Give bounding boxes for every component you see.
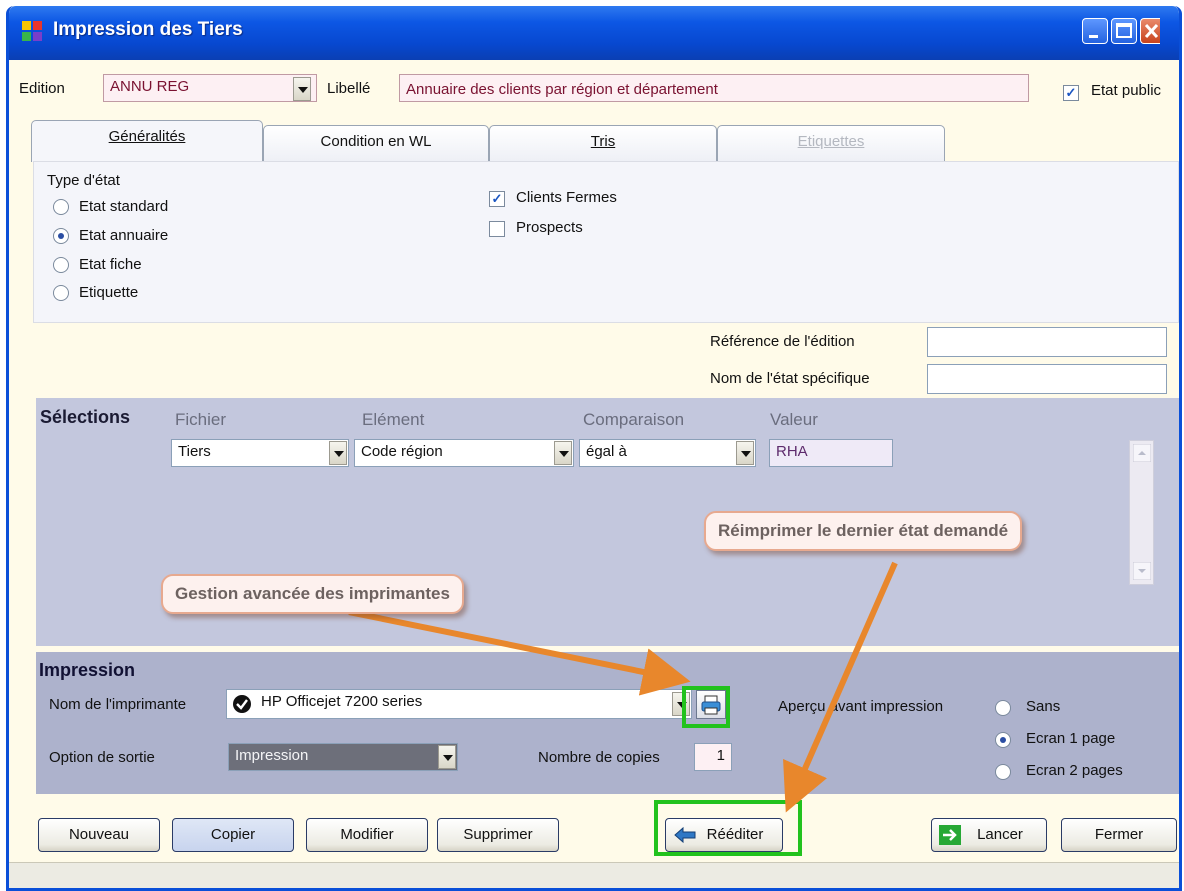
- gestion-text: Gestion avancée des imprimantes: [175, 584, 450, 603]
- reimprimer-callout: Réimprimer le dernier état demandé: [704, 511, 1023, 551]
- gestion-arrow: [348, 609, 691, 696]
- print-window: Impression des Tiers Edition ANNU REG Li…: [6, 6, 1182, 891]
- reimprimer-arrow: [783, 561, 898, 813]
- reimprimer-text: Réimprimer le dernier état demandé: [718, 521, 1009, 540]
- gestion-callout: Gestion avancée des imprimantes: [161, 574, 464, 614]
- annotation-arrows: [348, 561, 898, 813]
